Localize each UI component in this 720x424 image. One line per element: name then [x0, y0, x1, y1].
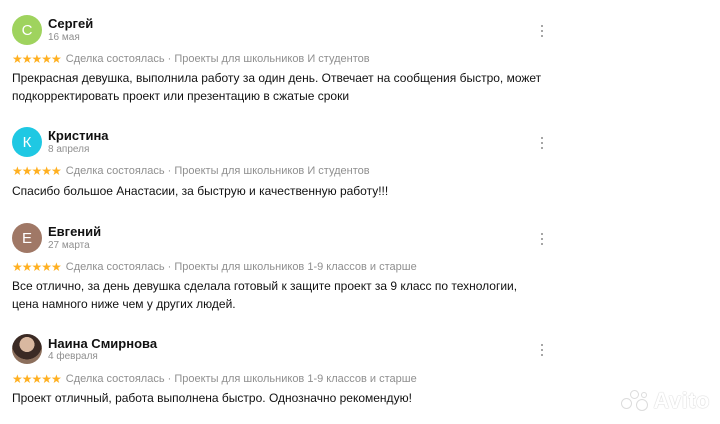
avito-wordmark: Avito	[653, 388, 710, 413]
avito-logo-icon	[621, 390, 649, 412]
deal-info: Сделка состоялась · Проекты для школьник…	[65, 53, 370, 65]
rating-stars-icon: ★★★★★	[12, 372, 62, 386]
deal-info: Сделка состоялась · Проекты для школьник…	[65, 373, 417, 385]
rating-stars-icon: ★★★★★	[12, 260, 62, 274]
more-options-icon[interactable]	[536, 343, 548, 357]
review-meta: ★★★★★ Сделка состоялась · Проекты для шк…	[12, 164, 370, 178]
review-date: 4 февраля	[48, 351, 98, 362]
deal-info: Сделка состоялась · Проекты для школьник…	[65, 165, 370, 177]
review-meta: ★★★★★ Сделка состоялась · Проекты для шк…	[12, 260, 417, 274]
avatar[interactable]: С	[12, 15, 42, 45]
avito-watermark: Avito	[621, 388, 710, 414]
rating-stars-icon: ★★★★★	[12, 52, 62, 66]
review-text: Проект отличный, работа выполнена быстро…	[12, 391, 412, 405]
more-options-icon[interactable]	[536, 136, 548, 150]
avatar[interactable]	[12, 334, 42, 364]
review-text: Все отлично, за день девушка сделала гот…	[12, 279, 518, 311]
avatar[interactable]: К	[12, 127, 42, 157]
review-date: 8 апреля	[48, 144, 90, 155]
review-date: 16 мая	[48, 32, 80, 43]
author-name[interactable]: Наина Смирнова	[48, 336, 157, 351]
review-card: Наина Смирнова 4 февраля ★★★★★ Сделка со…	[0, 320, 720, 424]
review-card: С Сергей 16 мая ★★★★★ Сделка состоялась …	[0, 0, 720, 112]
avatar[interactable]: Е	[12, 223, 42, 253]
author-name[interactable]: Кристина	[48, 128, 109, 143]
rating-stars-icon: ★★★★★	[12, 164, 62, 178]
review-meta: ★★★★★ Сделка состоялась · Проекты для шк…	[12, 372, 417, 386]
review-card: К Кристина 8 апреля ★★★★★ Сделка состоял…	[0, 112, 720, 208]
review-text: Прекрасная девушка, выполнила работу за …	[12, 71, 542, 103]
review-date: 27 марта	[48, 240, 90, 251]
deal-info: Сделка состоялась · Проекты для школьник…	[65, 261, 417, 273]
review-meta: ★★★★★ Сделка состоялась · Проекты для шк…	[12, 52, 370, 66]
author-name[interactable]: Сергей	[48, 16, 93, 31]
review-card: Е Евгений 27 марта ★★★★★ Сделка состояла…	[0, 208, 720, 320]
review-text: Спасибо большое Анастасии, за быструю и …	[12, 184, 389, 198]
more-options-icon[interactable]	[536, 24, 548, 38]
more-options-icon[interactable]	[536, 232, 548, 246]
author-name[interactable]: Евгений	[48, 224, 101, 239]
